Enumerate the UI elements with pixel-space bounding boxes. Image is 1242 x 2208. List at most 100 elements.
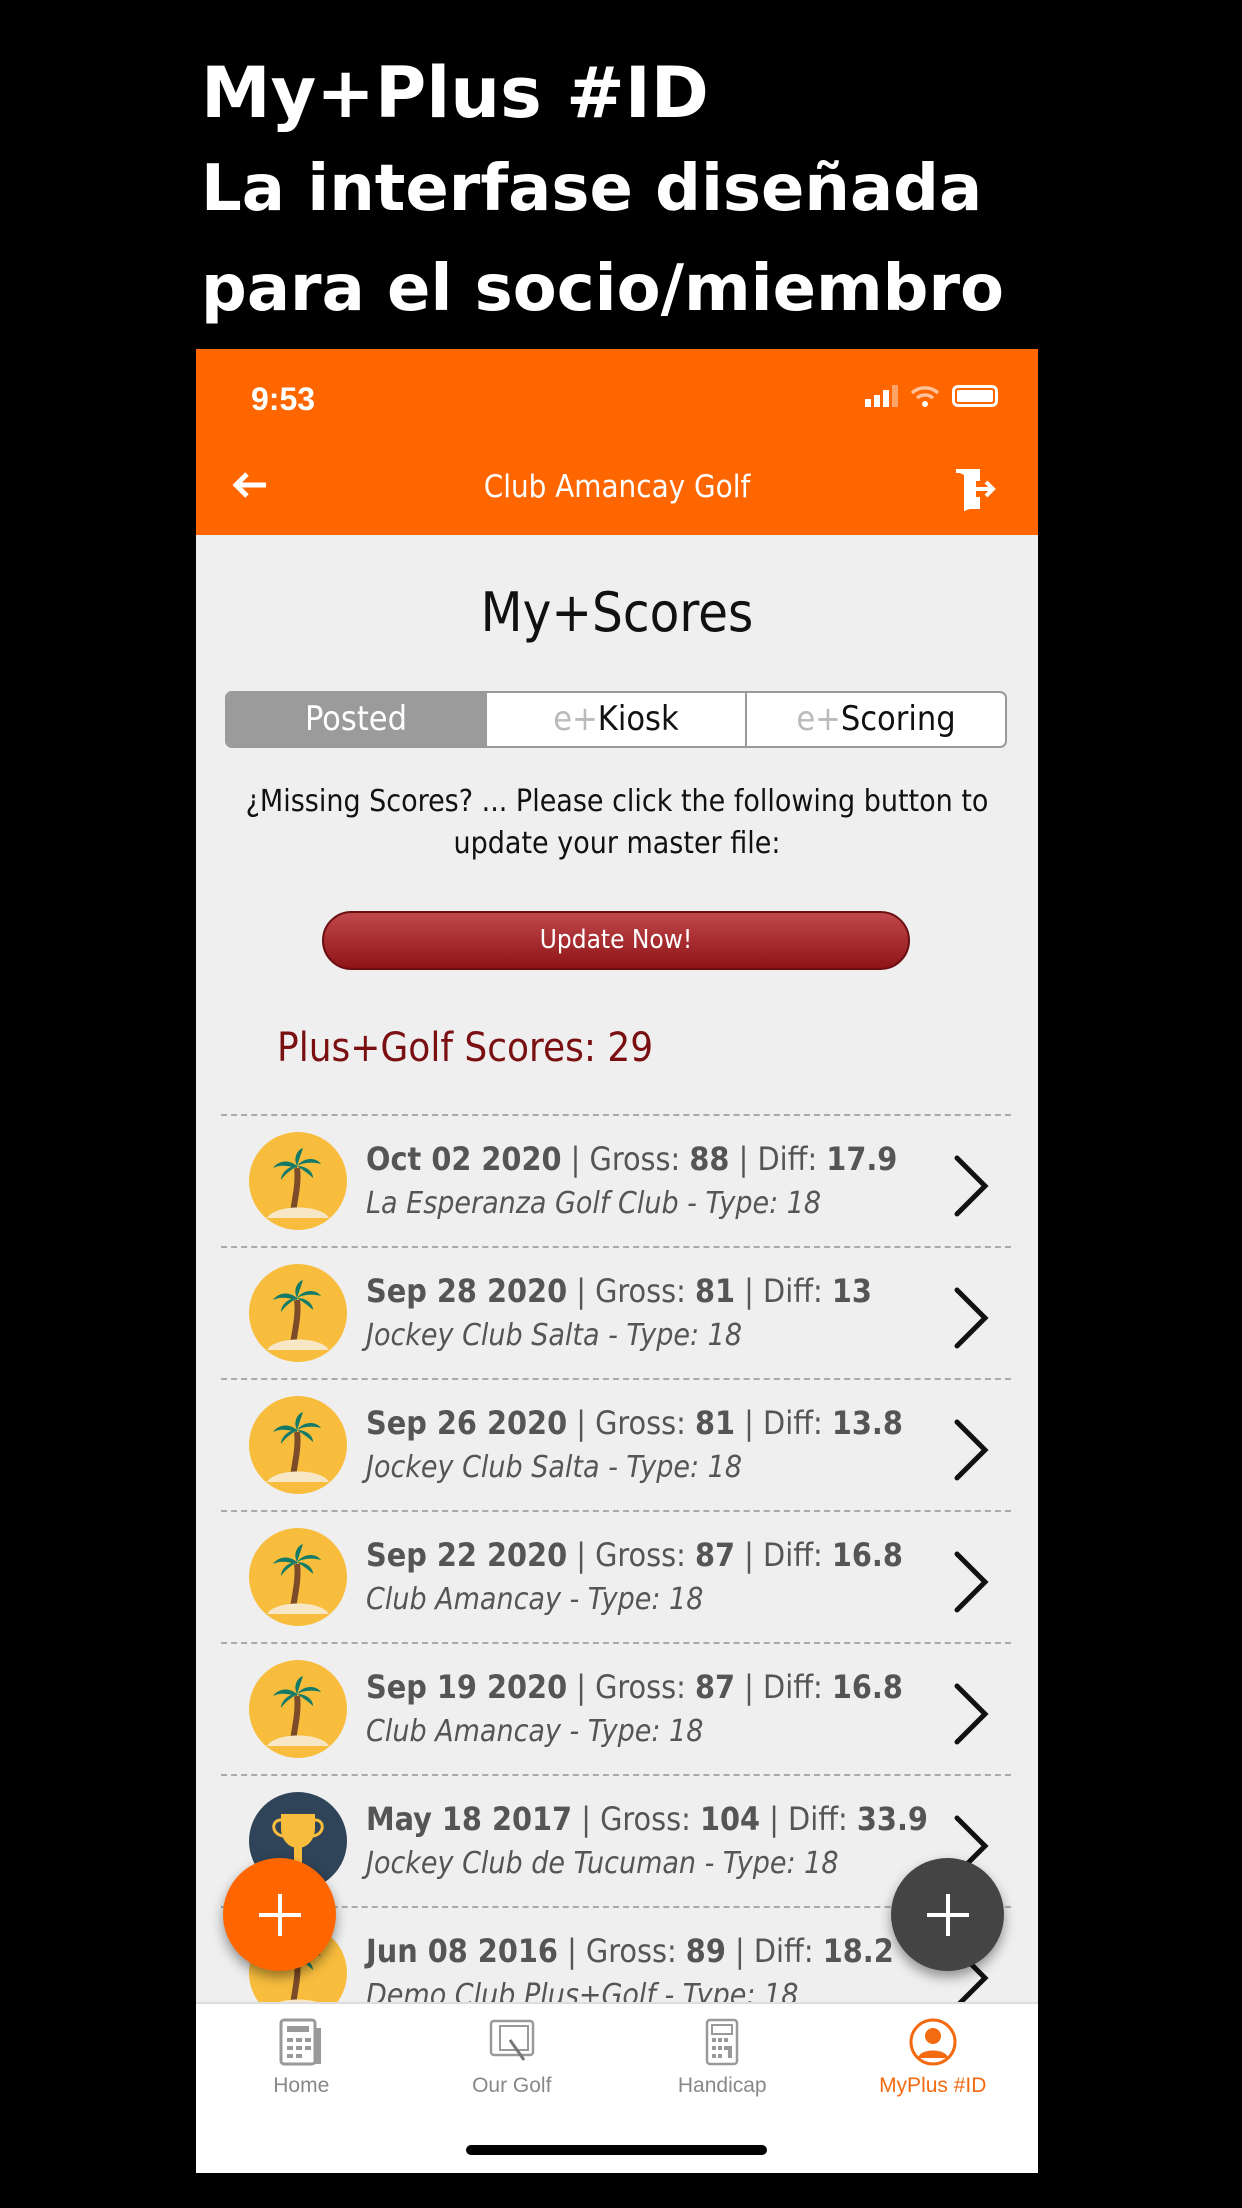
score-date: Sep 19 2020 [366, 1668, 568, 1706]
score-date: Sep 26 2020 [366, 1404, 568, 1442]
score-row[interactable]: Sep 19 2020 | Gross: 87 | Diff: 16.8 Clu… [221, 1642, 1011, 1774]
separator: | [729, 1140, 758, 1178]
palm-tree-icon [249, 1132, 347, 1230]
plus-icon [926, 1893, 969, 1936]
gross-label: Gross: [595, 1668, 695, 1706]
row-chevron[interactable] [951, 1154, 991, 1223]
score-club: Jockey Club Salta - Type: 18 [366, 1318, 743, 1353]
caption-subtitle-2: para el socio/miembro [201, 252, 1004, 326]
score-club: Jockey Club Salta - Type: 18 [366, 1450, 743, 1485]
user-avatar-icon [909, 2018, 957, 2066]
score-date: Jun 08 2016 [366, 1932, 558, 1970]
separator: | [567, 1404, 596, 1442]
chevron-right-icon [954, 1155, 989, 1217]
score-row[interactable]: Oct 02 2020 | Gross: 88 | Diff: 17.9 La … [221, 1114, 1011, 1246]
page-title: My+Scores [480, 581, 754, 644]
phone-screen: 9:53 Club Amancay Golf My+Scores Posted … [196, 349, 1038, 2173]
row-chevron[interactable] [951, 1418, 991, 1487]
score-summary: May 18 2017 | Gross: 104 | Diff: 33.9 [366, 1800, 928, 1838]
diff-value: 16.8 [831, 1668, 903, 1706]
tab-label: Kiosk [597, 699, 679, 739]
score-date: May 18 2017 [366, 1800, 573, 1838]
tab-prefix: e+ [553, 699, 598, 739]
plus-icon [258, 1893, 301, 1936]
separator: | [735, 1536, 764, 1574]
battery-icon [952, 385, 998, 407]
row-chevron[interactable] [951, 1286, 991, 1355]
gross-value: 104 [699, 1800, 761, 1838]
logout-door-icon [956, 469, 996, 511]
gross-label: Gross: [585, 1932, 686, 1970]
separator: | [572, 1800, 601, 1838]
status-icons [865, 385, 998, 407]
chevron-right-icon [954, 1551, 989, 1613]
separator: | [557, 1932, 586, 1970]
score-row[interactable]: May 18 2017 | Gross: 104 | Diff: 33.9 Jo… [221, 1774, 1011, 1906]
gross-label: Gross: [589, 1140, 690, 1178]
separator: | [725, 1932, 754, 1970]
row-chevron[interactable] [951, 1550, 991, 1619]
add-button-secondary[interactable] [891, 1858, 1004, 1971]
tablet-pen-icon [489, 2019, 534, 2061]
gross-value: 87 [694, 1536, 736, 1574]
update-now-button[interactable]: Update Now! [322, 911, 910, 970]
nav-title: Club Amancay Golf [483, 469, 751, 505]
gross-value: 81 [694, 1404, 736, 1442]
separator: | [561, 1140, 590, 1178]
gross-value: 88 [689, 1140, 730, 1178]
tab-label: Posted [304, 699, 408, 739]
chevron-right-icon [954, 1419, 989, 1481]
tab-myplus-id[interactable]: MyPlus #ID [828, 2004, 1039, 2173]
gross-value: 89 [685, 1932, 726, 1970]
tab-ekiosk[interactable]: e+Kiosk [485, 693, 745, 746]
separator: | [735, 1668, 764, 1706]
diff-value: 13.8 [831, 1404, 903, 1442]
separator: | [567, 1668, 596, 1706]
diff-label: Diff: [788, 1800, 857, 1838]
logout-button[interactable] [952, 467, 998, 516]
separator: | [735, 1404, 764, 1442]
gross-label: Gross: [595, 1272, 695, 1310]
palm-tree-icon [249, 1528, 347, 1626]
score-date: Sep 22 2020 [366, 1536, 568, 1574]
score-row[interactable]: Sep 22 2020 | Gross: 87 | Diff: 16.8 Clu… [221, 1510, 1011, 1642]
palm-tree-icon [249, 1660, 347, 1758]
tab-escoring[interactable]: e+Scoring [745, 693, 1005, 746]
home-indicator[interactable] [466, 2145, 767, 2155]
diff-label: Diff: [753, 1932, 823, 1970]
score-club: Jockey Club de Tucuman - Type: 18 [366, 1846, 839, 1881]
scores-count: Plus+Golf Scores: 29 [277, 1025, 654, 1071]
gross-value: 87 [694, 1668, 736, 1706]
add-score-button[interactable] [223, 1858, 336, 1971]
diff-value: 33.9 [856, 1800, 928, 1838]
score-row[interactable]: Sep 28 2020 | Gross: 81 | Diff: 13 Jocke… [221, 1246, 1011, 1378]
row-chevron[interactable] [951, 1682, 991, 1751]
separator: | [760, 1800, 789, 1838]
calculator-icon [706, 2018, 739, 2066]
diff-label: Diff: [763, 1272, 832, 1310]
tab-label: Our Golf [472, 2074, 552, 2097]
tab-posted[interactable]: Posted [227, 693, 485, 746]
score-summary: Sep 26 2020 | Gross: 81 | Diff: 13.8 [366, 1404, 903, 1442]
tab-home[interactable]: Home [196, 2004, 407, 2173]
palm-tree-icon [249, 1264, 347, 1362]
tab-label: MyPlus #ID [879, 2074, 987, 2097]
status-time: 9:53 [251, 381, 316, 417]
caption-title: My+Plus #ID [201, 52, 709, 134]
caption-subtitle-1: La interfase diseñada [201, 152, 983, 226]
diff-value: 16.8 [831, 1536, 903, 1574]
score-source-tabs: Posted e+Kiosk e+Scoring [225, 691, 1007, 748]
signal-icon [865, 385, 898, 407]
tab-label: Handicap [677, 2074, 767, 2097]
chevron-right-icon [954, 1287, 989, 1349]
score-summary: Sep 28 2020 | Gross: 81 | Diff: 13 [366, 1272, 872, 1310]
tab-label: Home [273, 2074, 330, 2097]
score-club: Club Amancay - Type: 18 [366, 1714, 704, 1749]
score-club: Club Amancay - Type: 18 [366, 1582, 704, 1617]
diff-label: Diff: [763, 1668, 832, 1706]
diff-label: Diff: [763, 1536, 832, 1574]
gross-label: Gross: [600, 1800, 700, 1838]
diff-value: 13 [831, 1272, 872, 1310]
score-club: La Esperanza Golf Club - Type: 18 [366, 1186, 822, 1221]
score-row[interactable]: Sep 26 2020 | Gross: 81 | Diff: 13.8 Joc… [221, 1378, 1011, 1510]
